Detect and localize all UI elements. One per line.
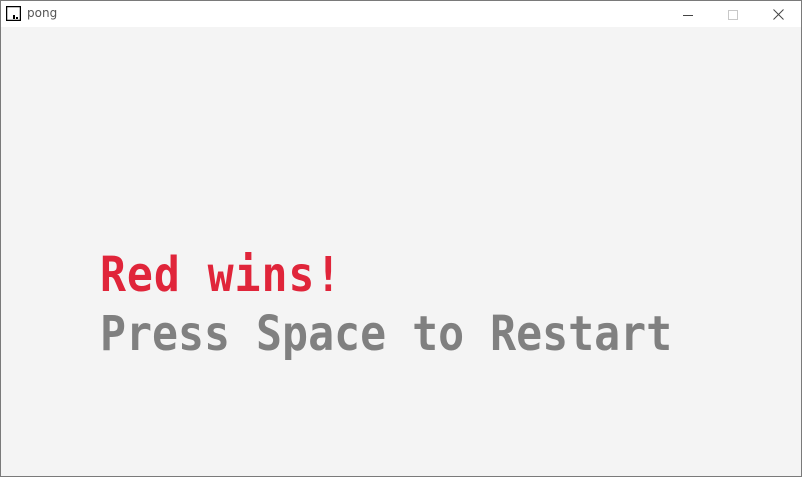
game-window: pong Red wins! Press Space to Restart: [0, 0, 802, 477]
window-title: pong: [27, 6, 58, 20]
minimize-icon: [683, 5, 693, 24]
maximize-button[interactable]: [710, 1, 756, 27]
game-canvas[interactable]: Red wins! Press Space to Restart: [1, 27, 801, 476]
close-button[interactable]: [755, 1, 801, 27]
close-icon: [772, 5, 784, 24]
winner-text: Red wins!: [100, 247, 343, 303]
maximize-icon: [728, 5, 738, 24]
title-bar[interactable]: pong: [1, 1, 801, 27]
pong-app-icon: [5, 5, 22, 22]
restart-prompt: Press Space to Restart: [100, 306, 673, 362]
minimize-button[interactable]: [665, 1, 711, 27]
